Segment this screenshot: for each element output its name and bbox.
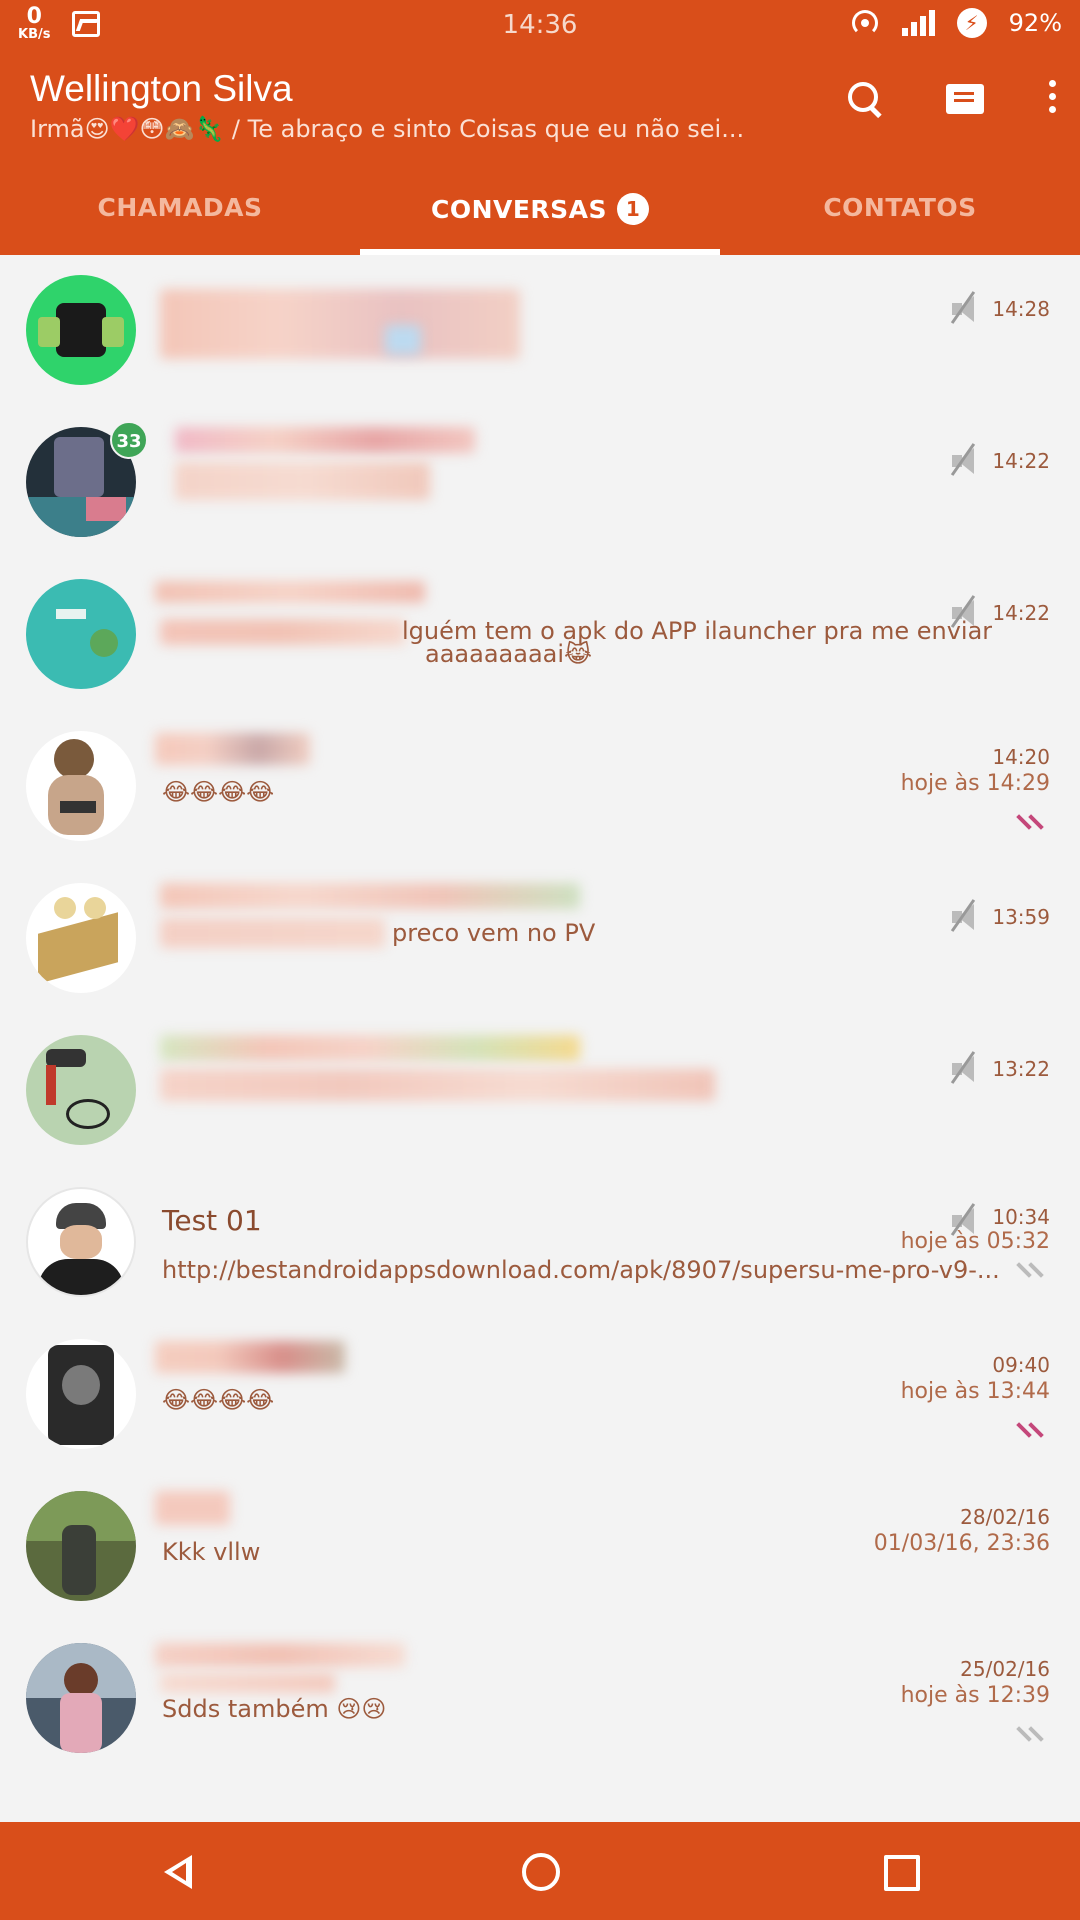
unread-count-badge: 33 bbox=[110, 421, 148, 459]
conversation-time: 14:28 bbox=[992, 297, 1050, 321]
status-bar: 0 KB/s 14:36 ⚡ 92% bbox=[0, 0, 1080, 50]
tab-conversas[interactable]: CONVERSAS 1 bbox=[360, 175, 720, 255]
signal-icon bbox=[901, 10, 935, 36]
tab-chamadas[interactable]: CHAMADAS bbox=[0, 175, 360, 255]
contact-name: Test 01 bbox=[162, 1204, 262, 1237]
read-time: 01/03/16, 23:36 bbox=[873, 1531, 1050, 1556]
conversation-row[interactable]: Sdds também 😢😢 25/02/16 hoje às 12:39 bbox=[0, 1623, 1080, 1775]
read-receipt-icon bbox=[1016, 1421, 1048, 1438]
conversation-row[interactable]: Kkk vllw 28/02/16 01/03/16, 23:36 bbox=[0, 1471, 1080, 1623]
delivered-receipt-icon bbox=[1016, 1261, 1048, 1278]
message-preview: Kkk vllw bbox=[162, 1538, 261, 1566]
message-preview: preco vem no PV bbox=[392, 919, 596, 947]
app-bar: 0 KB/s 14:36 ⚡ 92% Wellington Silva Irmã… bbox=[0, 0, 1080, 255]
conversation-time: 25/02/16 bbox=[960, 1657, 1050, 1681]
page-title[interactable]: Wellington Silva bbox=[30, 68, 293, 110]
recents-icon[interactable] bbox=[870, 1841, 930, 1901]
avatar[interactable] bbox=[26, 1643, 136, 1753]
message-preview: Sdds também 😢😢 bbox=[162, 1695, 387, 1723]
status-message: Irmã😍❤️😳🙈🦎 / Te abraço e sinto Coisas qu… bbox=[30, 115, 745, 143]
conversation-row[interactable]: Test 01 http://bestandroidappsdownload.c… bbox=[0, 1167, 1080, 1319]
read-time: hoje às 05:32 bbox=[900, 1229, 1050, 1254]
avatar[interactable] bbox=[26, 275, 136, 385]
conversation-row[interactable]: 13:22 bbox=[0, 1015, 1080, 1167]
read-receipt-icon bbox=[1016, 813, 1048, 830]
tab-bar: CHAMADAS CONVERSAS 1 CONTATOS bbox=[0, 175, 1080, 255]
conversation-row[interactable]: lguém tem o apk do APP ilauncher pra me … bbox=[0, 559, 1080, 711]
avatar[interactable] bbox=[26, 1035, 136, 1145]
conversation-time: 10:34 bbox=[992, 1205, 1050, 1229]
avatar[interactable] bbox=[26, 1339, 136, 1449]
read-time: hoje às 12:39 bbox=[900, 1683, 1050, 1708]
conversation-time: 14:22 bbox=[992, 601, 1050, 625]
home-icon[interactable] bbox=[510, 1841, 570, 1901]
conversation-time: 28/02/16 bbox=[960, 1505, 1050, 1529]
battery-level: 92% bbox=[1008, 9, 1062, 37]
tab-contatos[interactable]: CONTATOS bbox=[720, 175, 1080, 255]
tab-label: CHAMADAS bbox=[97, 193, 263, 222]
search-icon[interactable] bbox=[846, 80, 886, 120]
message-preview: 😂😂😂😂 bbox=[162, 1386, 275, 1414]
read-time: hoje às 14:29 bbox=[900, 771, 1050, 796]
avatar[interactable] bbox=[26, 1491, 136, 1601]
tab-label: CONVERSAS bbox=[430, 195, 608, 224]
avatar[interactable] bbox=[26, 579, 136, 689]
conversation-time: 14:20 bbox=[992, 745, 1050, 769]
conversation-row[interactable]: 33 aaaaaaaaai😹 14:22 bbox=[0, 407, 1080, 668]
back-icon[interactable] bbox=[150, 1841, 210, 1901]
avatar[interactable] bbox=[26, 1187, 136, 1297]
battery-icon: ⚡ bbox=[956, 8, 987, 38]
conversation-time: 09:40 bbox=[992, 1353, 1050, 1377]
conversation-list: 14:28 33 aaaaaaaaai😹 14:22 lguém tem o a… bbox=[0, 255, 1080, 1775]
conversation-time: 14:22 bbox=[992, 449, 1050, 473]
tab-badge: 1 bbox=[617, 193, 650, 225]
conversation-row[interactable]: preco vem no PV 13:59 bbox=[0, 863, 1080, 1015]
delivered-receipt-icon bbox=[1016, 1725, 1048, 1742]
hotspot-icon bbox=[850, 8, 880, 38]
message-preview: lguém tem o apk do APP ilauncher pra me … bbox=[402, 617, 993, 645]
conversation-time: 13:22 bbox=[992, 1057, 1050, 1081]
conversation-row[interactable]: 😂😂😂😂 09:40 hoje às 13:44 bbox=[0, 1319, 1080, 1471]
read-time: hoje às 13:44 bbox=[900, 1379, 1050, 1404]
conversation-time: 13:59 bbox=[992, 905, 1050, 929]
new-message-icon[interactable] bbox=[946, 80, 986, 120]
message-preview: 😂😂😂😂 bbox=[162, 778, 275, 806]
navigation-bar bbox=[0, 1822, 1080, 1920]
conversation-row[interactable]: 14:28 bbox=[0, 255, 1080, 407]
tab-label: CONTATOS bbox=[823, 193, 977, 222]
avatar[interactable] bbox=[26, 731, 136, 841]
redacted-name bbox=[160, 289, 520, 359]
more-vert-icon[interactable] bbox=[1046, 80, 1058, 120]
conversation-row[interactable]: 😂😂😂😂 14:20 hoje às 14:29 bbox=[0, 711, 1080, 863]
message-preview: http://bestandroidappsdownload.com/apk/8… bbox=[162, 1256, 1000, 1284]
avatar[interactable] bbox=[26, 883, 136, 993]
